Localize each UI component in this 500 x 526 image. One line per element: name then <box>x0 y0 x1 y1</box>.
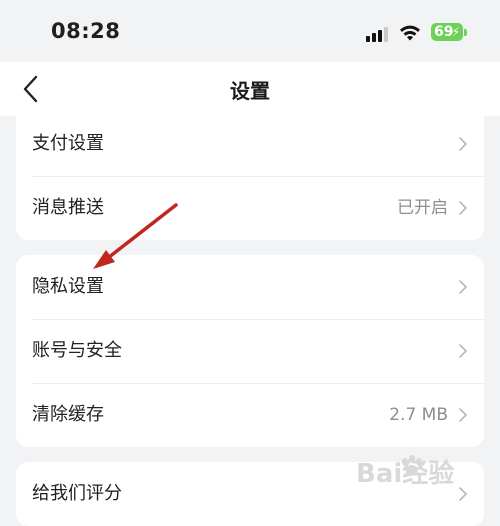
row-label: 隐私设置 <box>32 276 104 297</box>
row-value: 已开启 <box>397 198 448 218</box>
status-bar: 08:28 69 ⚡ <box>0 0 500 62</box>
chevron-right-icon <box>459 137 467 151</box>
page-title: 设置 <box>230 79 270 103</box>
row-label: 给我们评分 <box>32 483 122 504</box>
row-message-push[interactable]: 消息推送 已开启 <box>16 176 484 240</box>
row-payment-settings[interactable]: 支付设置 <box>16 112 484 176</box>
battery-level: 69 <box>434 24 454 40</box>
baidu-jingyan-watermark: Bai经验 <box>356 455 454 489</box>
battery-charging-icon: 69 ⚡ <box>431 23 463 41</box>
settings-group-payment: 支付设置 消息推送 已开启 <box>16 112 484 240</box>
row-privacy-settings[interactable]: 隐私设置 <box>16 255 484 319</box>
row-value: 2.7 MB <box>389 405 448 425</box>
row-label: 支付设置 <box>32 133 104 154</box>
settings-group-account: 隐私设置 账号与安全 清除缓存 2.7 MB <box>16 255 484 447</box>
wifi-icon <box>400 25 420 41</box>
charging-bolt-icon: ⚡ <box>451 25 460 39</box>
chevron-right-icon <box>459 280 467 294</box>
chevron-right-icon <box>459 408 467 422</box>
nav-bar: 设置 <box>0 62 500 116</box>
status-time: 08:28 <box>51 19 121 43</box>
row-label: 消息推送 <box>32 197 104 218</box>
row-label: 清除缓存 <box>32 404 104 425</box>
chevron-right-icon <box>459 201 467 215</box>
signal-icon <box>366 26 392 42</box>
row-label: 账号与安全 <box>32 340 122 361</box>
row-clear-cache[interactable]: 清除缓存 2.7 MB <box>16 383 484 447</box>
row-account-security[interactable]: 账号与安全 <box>16 319 484 383</box>
battery-cap <box>464 29 467 36</box>
chevron-right-icon <box>459 344 467 358</box>
